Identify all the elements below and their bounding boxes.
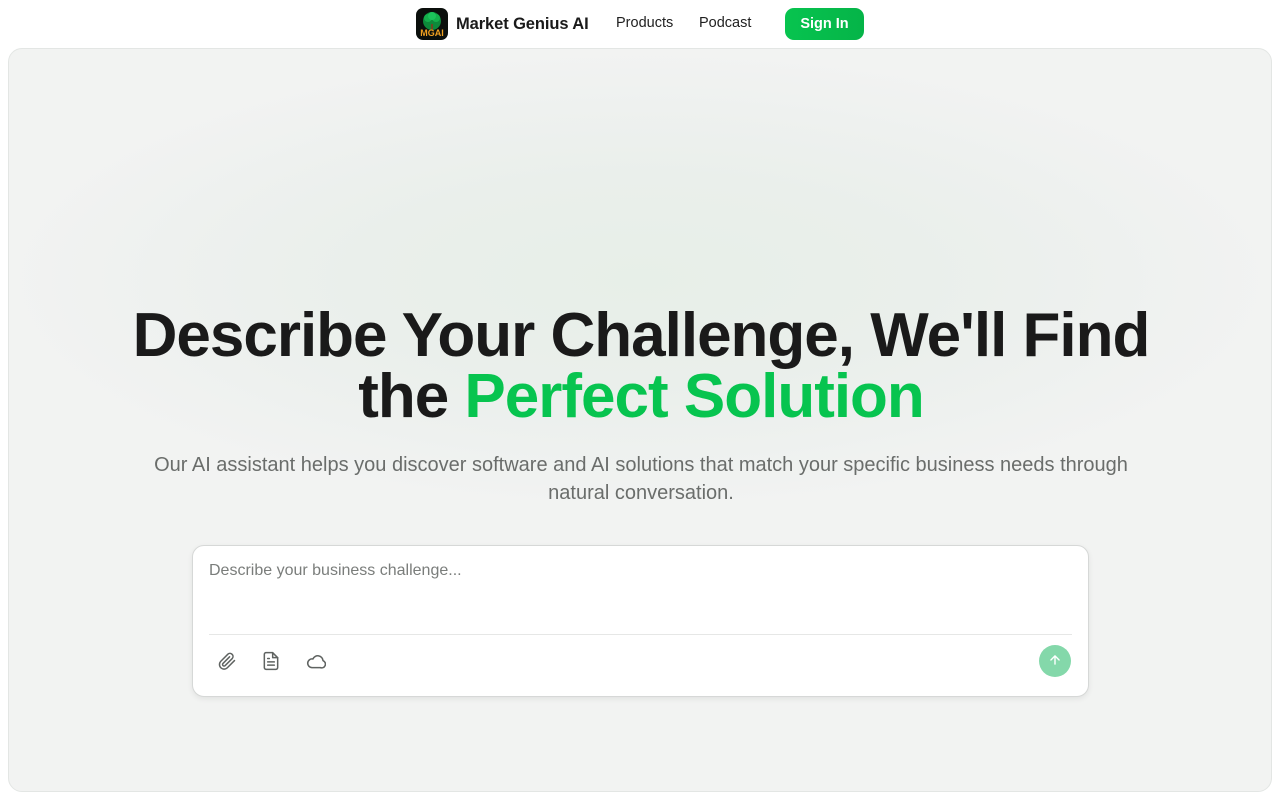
chat-composer [192,545,1089,697]
cloud-icon[interactable] [304,650,326,672]
brand-link[interactable]: MGAI Market Genius AI [416,8,589,40]
hero-subtitle: Our AI assistant helps you discover soft… [154,454,1128,504]
arrow-up-icon [1048,653,1062,670]
headline-line-2-prefix: the [358,362,465,431]
paperclip-icon[interactable] [216,650,238,672]
composer-divider [209,634,1072,635]
brand-logo: MGAI [416,8,448,40]
svg-text:MGAI: MGAI [420,28,444,38]
nav-products-link[interactable]: Products [616,15,673,31]
headline-line-1: Describe Your Challenge, We'll Find [132,301,1151,370]
hero-section: Describe Your Challenge, We'll Find the … [8,48,1272,792]
document-icon[interactable] [260,650,282,672]
send-button[interactable] [1039,645,1071,677]
top-navigation: MGAI Market Genius AI Products Podcast S… [0,0,1280,48]
challenge-input[interactable] [209,562,1069,606]
nav-podcast-link[interactable]: Podcast [699,15,751,31]
brand-name: Market Genius AI [456,14,589,33]
sign-in-button[interactable]: Sign In [785,8,864,40]
hero-headline: Describe Your Challenge, We'll Find the … [9,305,1271,428]
headline-accent: Perfect Solution [464,362,924,431]
